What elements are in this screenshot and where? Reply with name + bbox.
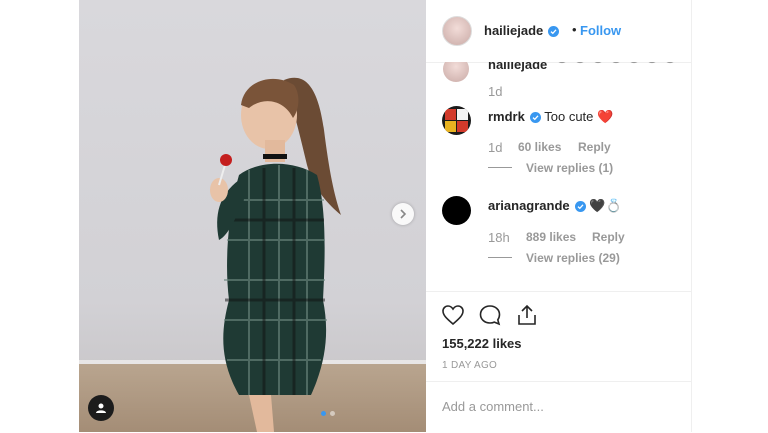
comment-username[interactable]: arianagrande	[488, 198, 570, 213]
comment-username[interactable]: rmdrk	[488, 109, 525, 124]
comment-text: 🖤💍	[589, 198, 622, 213]
follow-button[interactable]: Follow	[580, 23, 621, 38]
chevron-right-icon	[400, 209, 407, 219]
user-tags-button[interactable]	[88, 395, 114, 421]
heart-icon[interactable]	[441, 303, 465, 327]
verified-badge-icon	[548, 26, 560, 38]
like-count[interactable]: 155,222 likes	[442, 336, 522, 351]
author-username-row[interactable]: hailiejade	[484, 23, 560, 38]
user-tag-icon	[96, 403, 106, 413]
post-actions: 155,222 likes 1 DAY AGO	[426, 291, 691, 382]
header-separator: •	[572, 22, 577, 37]
caption-emoji-row	[558, 62, 674, 64]
author-avatar[interactable]	[442, 16, 472, 46]
replies-divider	[488, 167, 512, 168]
share-icon[interactable]	[515, 303, 539, 327]
comment-text: Too cute ❤️	[544, 109, 614, 124]
carousel-indicator	[321, 411, 335, 416]
view-replies-button[interactable]: View replies (1)	[526, 161, 613, 175]
caption-avatar[interactable]	[443, 62, 469, 82]
comment-reply-button[interactable]: Reply	[592, 230, 625, 244]
comment-likes[interactable]: 60 likes	[518, 140, 561, 154]
comment-line: rmdrk Too cute ❤️	[488, 109, 613, 125]
post-details-panel: hailiejade • Follow hailiejade 1d rmdrk	[426, 0, 692, 432]
person-figure	[210, 77, 341, 432]
post-photo[interactable]	[79, 0, 426, 432]
carousel-dot-active	[321, 411, 326, 416]
post-header: hailiejade • Follow	[426, 0, 691, 63]
comment-time[interactable]: 1d	[488, 140, 502, 155]
replies-divider	[488, 257, 512, 258]
verified-badge-icon	[574, 201, 586, 213]
post-date[interactable]: 1 DAY AGO	[442, 360, 497, 371]
comment-line: arianagrande 🖤💍	[488, 198, 622, 214]
carousel-dot	[330, 411, 335, 416]
caption-username[interactable]: hailiejade	[488, 62, 547, 72]
add-comment-placeholder[interactable]: Add a comment...	[442, 399, 544, 414]
comment-avatar[interactable]	[442, 196, 471, 225]
comment-likes[interactable]: 889 likes	[526, 230, 576, 244]
comment-avatar[interactable]	[442, 106, 471, 135]
caption-time[interactable]: 1d	[488, 84, 502, 99]
comment-bubble-icon[interactable]	[478, 303, 502, 327]
comments-list: hailiejade 1d rmdrk Too cute ❤️ 1d 60 li…	[426, 62, 691, 290]
author-username[interactable]: hailiejade	[484, 23, 543, 38]
comment-time[interactable]: 18h	[488, 230, 510, 245]
comment-reply-button[interactable]: Reply	[578, 140, 611, 154]
verified-badge-icon	[529, 112, 541, 124]
view-replies-button[interactable]: View replies (29)	[526, 251, 620, 265]
next-photo-button[interactable]	[392, 203, 414, 225]
add-comment-field[interactable]: Add a comment...	[426, 381, 691, 433]
